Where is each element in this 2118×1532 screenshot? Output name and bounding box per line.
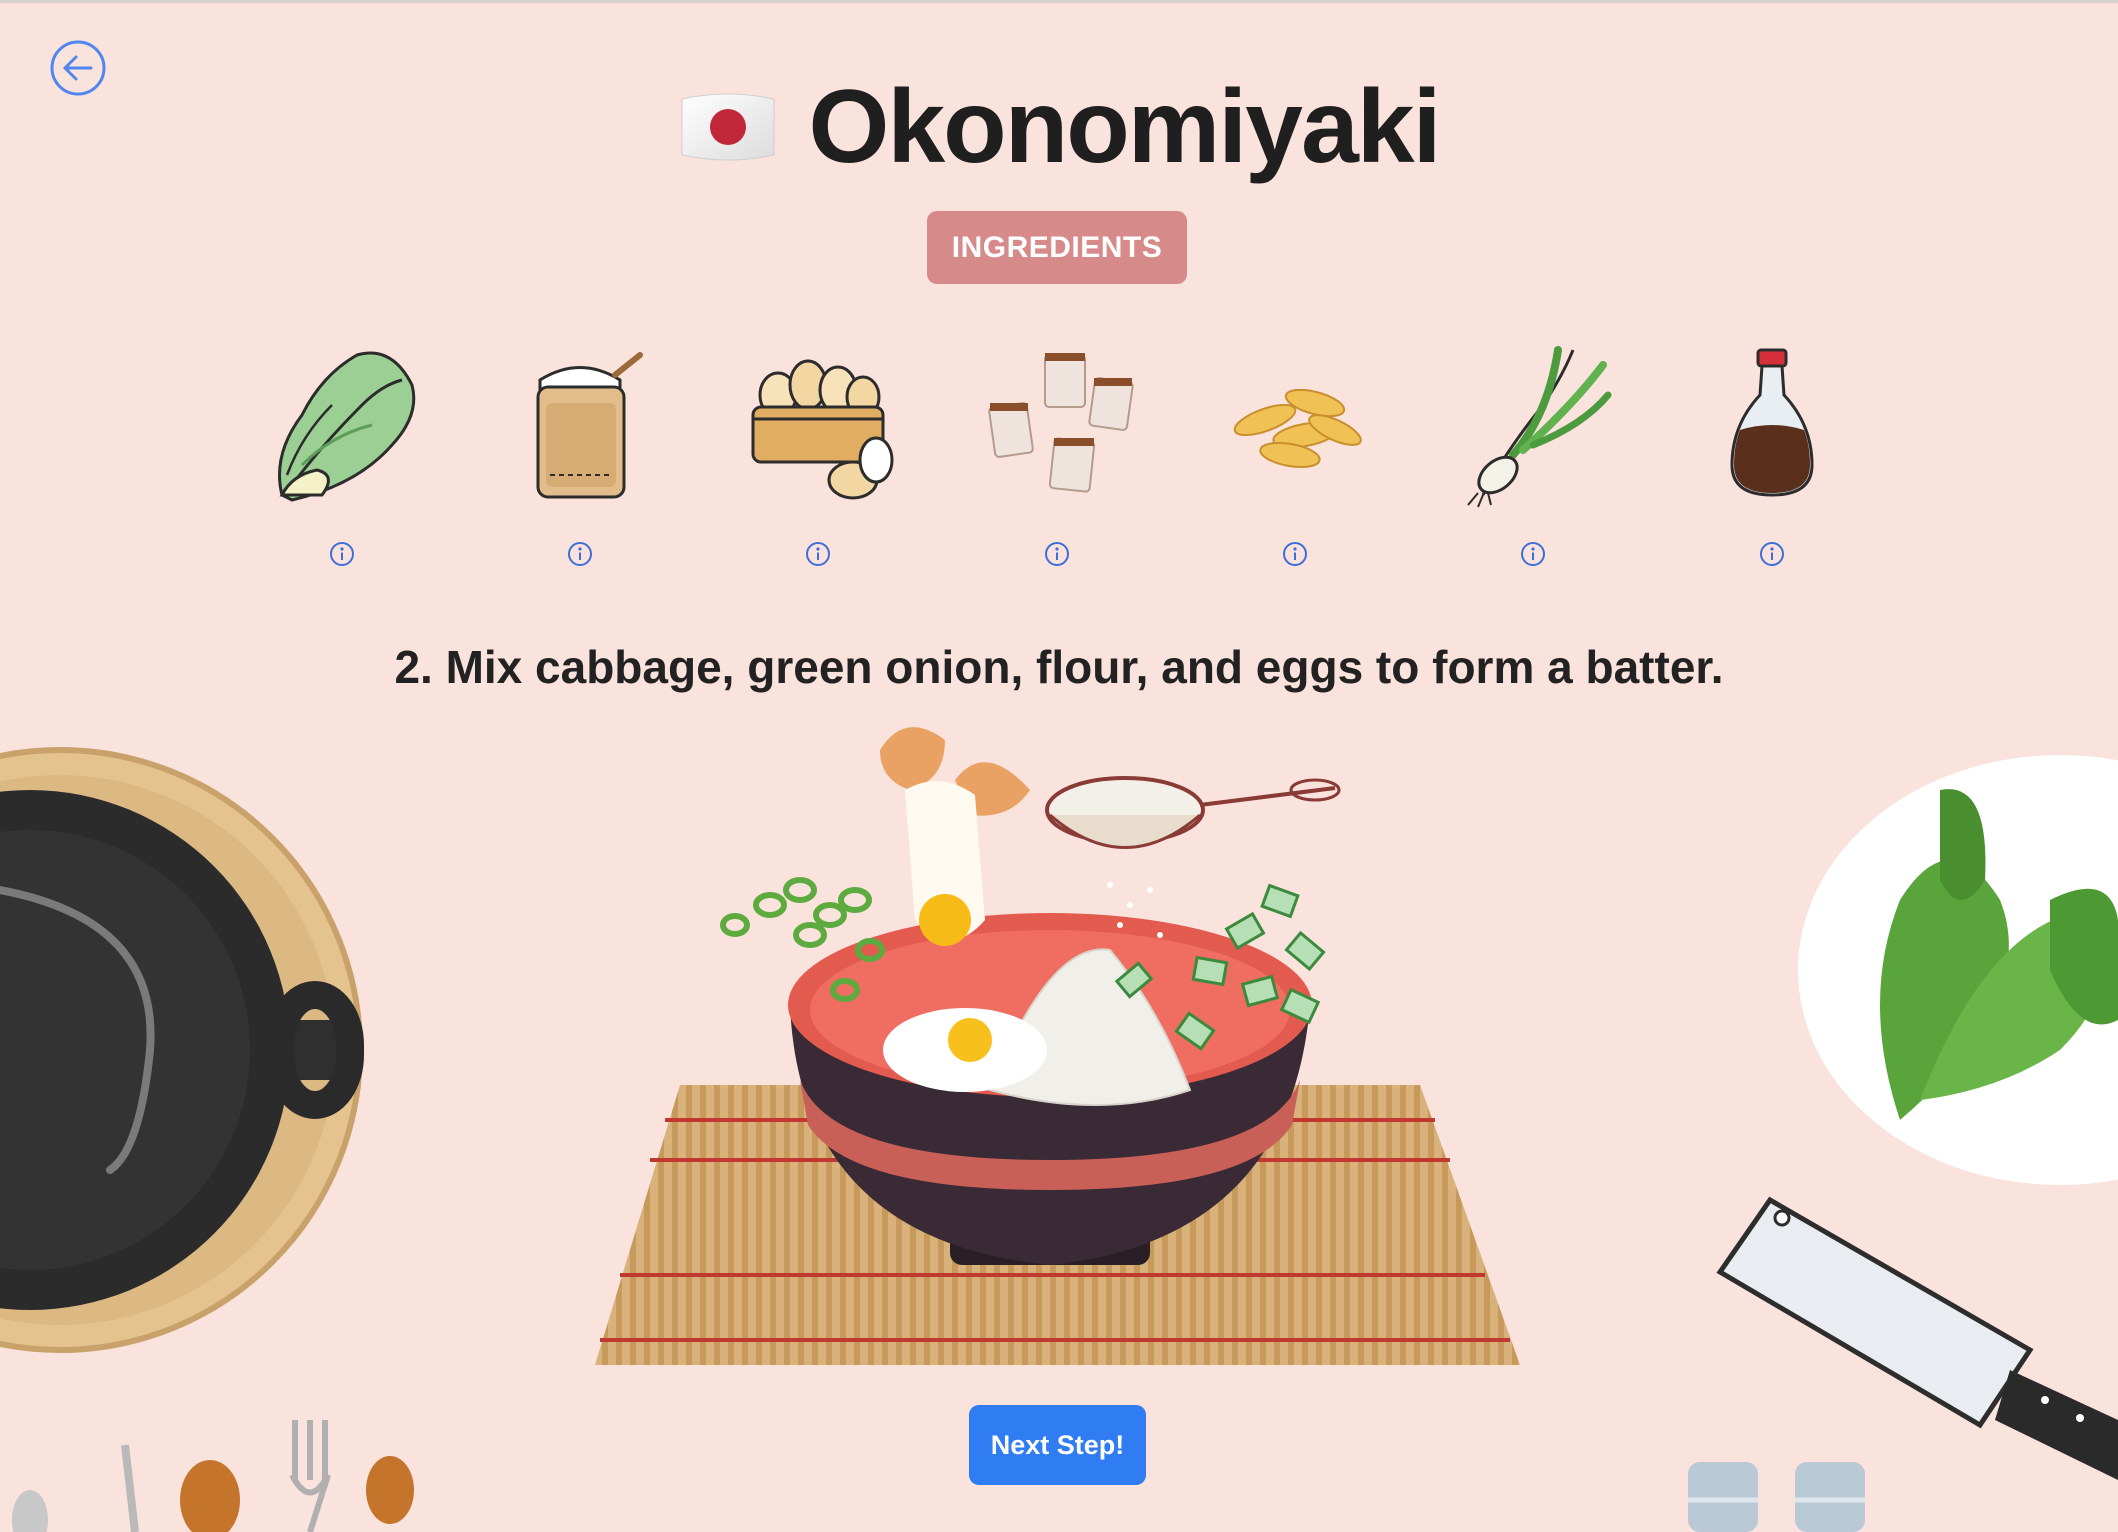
japan-flag-icon — [681, 93, 775, 161]
spinach-plate — [1798, 755, 2118, 1185]
flour-sieve — [1045, 776, 1341, 938]
eggs-icon — [751, 359, 894, 500]
skillet-on-board — [0, 747, 364, 1353]
info-icon[interactable] — [328, 540, 356, 568]
info-icon[interactable] — [1043, 540, 1071, 568]
ingredient-tenkasu — [1195, 335, 1395, 575]
ingredient-bonito — [957, 335, 1157, 575]
title-row: Okonomiyaki — [0, 62, 2118, 192]
cabbage-icon — [278, 351, 416, 502]
soy-sauce-icon — [1730, 348, 1814, 497]
ingredient-flour — [480, 335, 680, 575]
info-icon[interactable] — [1519, 540, 1547, 568]
green-onion-icon — [1467, 346, 1612, 508]
ingredients-button[interactable]: INGREDIENTS — [927, 211, 1187, 284]
step-instruction: 2. Mix cabbage, green onion, flour, and … — [394, 641, 1724, 693]
top-border — [0, 0, 2118, 3]
ingredient-green-onion — [1433, 335, 1633, 575]
info-icon[interactable] — [1281, 540, 1309, 568]
info-icon[interactable] — [566, 540, 594, 568]
next-step-button[interactable]: Next Step! — [969, 1405, 1146, 1485]
info-icon[interactable] — [804, 540, 832, 568]
tempura-bits-icon — [1233, 388, 1362, 469]
ingredient-cabbage — [242, 335, 442, 575]
bonito-packets-icon — [988, 353, 1134, 493]
ingredient-eggs — [718, 335, 918, 575]
cleaver-knife — [1716, 1196, 2118, 1480]
cracked-egg — [880, 727, 1030, 946]
salt-shakers — [1688, 1462, 1865, 1532]
ingredient-soy-sauce — [1672, 335, 1872, 575]
page-title: Okonomiyaki — [808, 68, 1441, 185]
flour-sack-icon — [536, 352, 643, 499]
info-icon[interactable] — [1758, 540, 1786, 568]
utensils — [12, 1420, 414, 1532]
